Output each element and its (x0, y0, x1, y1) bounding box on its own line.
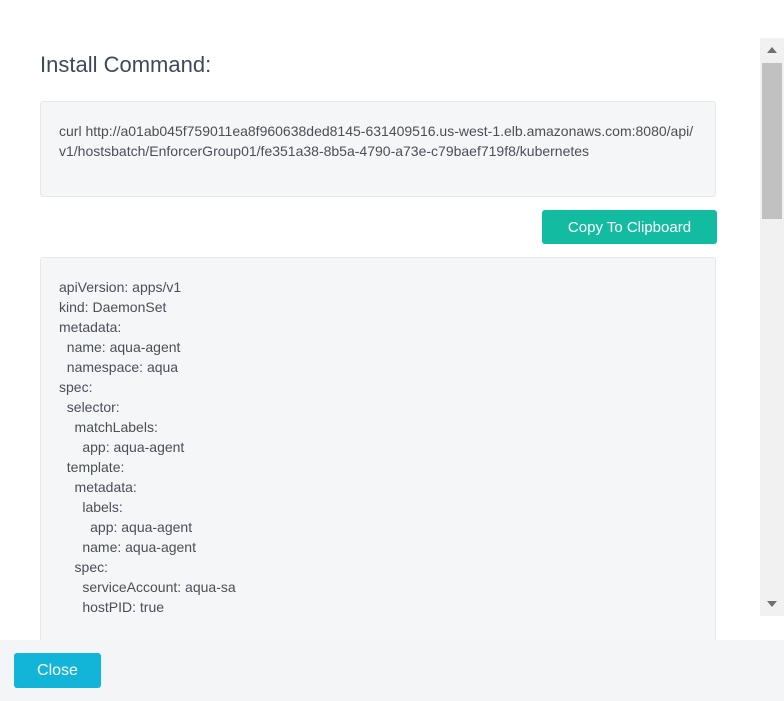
yaml-line: apiVersion: apps/v1 (59, 279, 182, 295)
yaml-lines: apiVersion: apps/v1 kind: DaemonSet metada… (59, 277, 697, 617)
dialog-title: Install Command: (40, 52, 212, 77)
yaml-line: matchLabels: (59, 419, 158, 435)
yaml-line: labels: (59, 499, 123, 515)
yaml-manifest-box[interactable]: apiVersion: apps/v1 kind: DaemonSet metada… (40, 257, 716, 640)
yaml-line: metadata: (59, 479, 137, 495)
yaml-line: name: aqua-agent (59, 339, 181, 355)
copy-to-clipboard-button[interactable]: Copy To Clipboard (542, 210, 717, 244)
yaml-line: serviceAccount: aqua-sa (59, 579, 236, 595)
close-button[interactable]: Close (14, 653, 101, 688)
yaml-line: name: aqua-agent (59, 539, 196, 555)
dialog-scroll-area[interactable]: Install Command: curl http://a01ab045f75… (0, 0, 760, 640)
scroll-down-arrow-icon[interactable] (760, 594, 784, 614)
yaml-line: spec: (59, 559, 109, 575)
yaml-line: selector: (59, 399, 120, 415)
scroll-up-arrow-icon[interactable] (760, 40, 784, 60)
install-command-dialog: Install Command: curl http://a01ab045f75… (0, 0, 784, 701)
yaml-line: kind: DaemonSet (59, 299, 167, 315)
yaml-line: app: aqua-agent (59, 519, 193, 535)
yaml-line: namespace: aqua (59, 359, 179, 375)
yaml-line: app: aqua-agent (59, 439, 185, 455)
yaml-line: template: (59, 459, 125, 475)
dialog-footer: Close (0, 640, 784, 701)
yaml-line: spec: (59, 379, 93, 395)
install-command-text[interactable]: curl http://a01ab045f759011ea8f960638ded… (40, 101, 716, 197)
scrollbar-thumb[interactable] (762, 63, 782, 219)
yaml-line: hostPID: true (59, 599, 165, 615)
yaml-line: metadata: (59, 319, 122, 335)
vertical-scrollbar[interactable] (760, 38, 784, 616)
